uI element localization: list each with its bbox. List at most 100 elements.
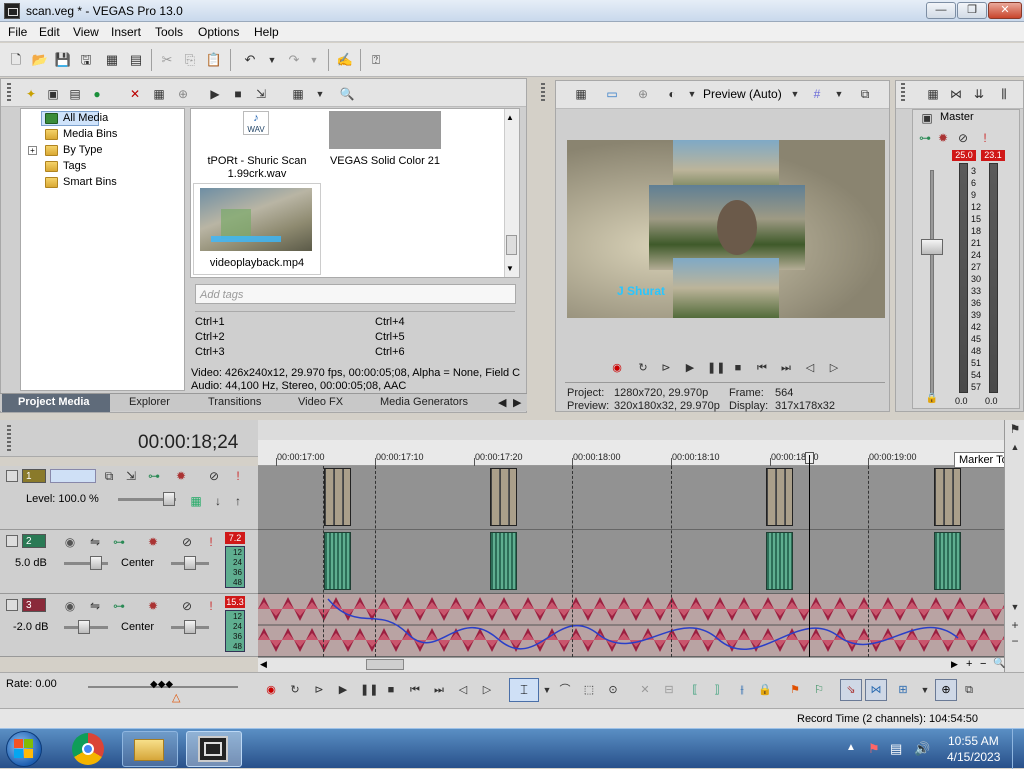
track-fx-icon[interactable]: ✹ bbox=[144, 597, 162, 615]
tree-item-all-media[interactable]: All Media bbox=[63, 112, 108, 124]
auto-preview-icon[interactable]: ⇲ bbox=[252, 85, 270, 103]
arm-record-icon[interactable]: ◉ bbox=[61, 597, 79, 615]
play-icon[interactable]: ▶ bbox=[683, 361, 697, 375]
scroll-down-icon[interactable]: ▼ bbox=[1006, 598, 1024, 616]
shortcut-ctrl4[interactable]: Ctrl+4 bbox=[375, 316, 405, 328]
delete-icon[interactable]: ✕ bbox=[638, 683, 652, 697]
track-automation-icon[interactable]: ⊶ bbox=[110, 533, 128, 551]
copy-snapshot-icon[interactable]: ⧉ bbox=[856, 85, 874, 103]
audio-clip[interactable] bbox=[324, 532, 351, 590]
tray-expand-icon[interactable]: ▲ bbox=[846, 742, 856, 753]
insert-marker-icon[interactable]: ⚑ bbox=[788, 683, 802, 697]
clock-date[interactable]: 4/15/2023 bbox=[947, 750, 1000, 764]
tab-video-fx[interactable]: Video FX bbox=[298, 396, 343, 408]
zoom-out-vertical-icon[interactable]: − bbox=[1006, 632, 1024, 650]
timeline-ruler[interactable]: 00:00:17:00 00:00:17:10 00:00:17:20 00:0… bbox=[258, 440, 1004, 466]
mute-icon[interactable]: ⊘ bbox=[178, 597, 196, 615]
pan-slider-handle[interactable] bbox=[184, 620, 196, 634]
overlays-icon[interactable]: # bbox=[808, 85, 826, 103]
ripple-dropdown-icon[interactable]: ▼ bbox=[918, 683, 932, 697]
stop-preview-icon[interactable]: ■ bbox=[229, 85, 247, 103]
audio-clip[interactable] bbox=[766, 532, 793, 590]
mixer-properties-icon[interactable]: ▦ bbox=[924, 85, 942, 103]
selection-tool-icon[interactable]: ⬚ bbox=[582, 683, 596, 697]
peak-indicator[interactable]: 15.3 bbox=[225, 596, 245, 608]
insert-region-icon[interactable]: ⚐ bbox=[812, 683, 826, 697]
scroll-thumb[interactable] bbox=[506, 235, 517, 255]
search-icon[interactable]: 🔍 bbox=[338, 85, 356, 103]
video-clip[interactable] bbox=[766, 468, 793, 526]
track-header-audio-2[interactable]: 2 ◉ ⇋ ⊶ ✹ ⊘ ! 7.2 5.0 dB Center 12 24 36 48 bbox=[0, 530, 258, 594]
clock-time[interactable]: 10:55 AM bbox=[948, 734, 999, 748]
mute-icon[interactable]: ⊘ bbox=[205, 467, 223, 485]
action-center-icon[interactable]: ⚑ bbox=[868, 741, 880, 757]
timeline-horizontal-scrollbar[interactable]: ◀ ▶ + − 🔍 bbox=[258, 657, 1005, 672]
audio-clip[interactable] bbox=[934, 532, 961, 590]
scroll-up-icon[interactable]: ▲ bbox=[506, 113, 514, 122]
go-to-start-icon[interactable]: ⏮ bbox=[755, 361, 769, 375]
solo-icon[interactable]: ! bbox=[202, 533, 220, 551]
stop-icon[interactable]: ■ bbox=[384, 683, 398, 697]
get-media-web-icon[interactable]: ● bbox=[88, 85, 106, 103]
mixer-fx-icon[interactable]: ⋈ bbox=[947, 85, 965, 103]
tree-item-media-bins[interactable]: Media Bins bbox=[63, 128, 117, 140]
zoom-tool-icon[interactable]: 🔍 bbox=[993, 658, 1005, 669]
envelope-tool-icon[interactable]: ⌒ bbox=[558, 683, 572, 697]
trim-icon[interactable]: ⊟ bbox=[662, 683, 676, 697]
normal-edit-tool-button[interactable]: ⌶ bbox=[509, 678, 539, 702]
hscroll-thumb[interactable] bbox=[366, 659, 404, 670]
mute-icon[interactable]: ⊘ bbox=[178, 533, 196, 551]
undo-icon[interactable]: ↶ bbox=[240, 50, 260, 70]
stop-icon[interactable]: ■ bbox=[731, 361, 745, 375]
copy-icon[interactable]: ⎘ bbox=[180, 50, 200, 70]
go-to-start-icon[interactable]: ⏮ bbox=[408, 683, 422, 697]
record-icon[interactable]: ◉ bbox=[264, 683, 278, 697]
master-fx-icon[interactable]: ✹ bbox=[934, 129, 952, 147]
open-icon[interactable]: 📂 bbox=[30, 50, 50, 70]
media-item-solid-color-name[interactable]: VEGAS Solid Color 21 bbox=[325, 155, 445, 167]
zoom-out-icon[interactable]: − bbox=[980, 658, 986, 670]
properties-icon[interactable]: ▤ bbox=[126, 50, 146, 70]
tab-transitions[interactable]: Transitions bbox=[208, 396, 261, 408]
menu-file[interactable]: File bbox=[8, 25, 27, 39]
panel-grip[interactable] bbox=[541, 83, 545, 103]
play-from-start-icon[interactable]: ⊳ bbox=[312, 683, 326, 697]
peak-left[interactable]: 25.0 bbox=[952, 150, 976, 161]
peak-right[interactable]: 23.1 bbox=[981, 150, 1005, 161]
previous-frame-icon[interactable]: ◁ bbox=[456, 683, 470, 697]
tree-item-smart-bins[interactable]: Smart Bins bbox=[63, 176, 117, 188]
level-slider-handle[interactable] bbox=[163, 492, 175, 506]
scroll-down-icon[interactable]: ▼ bbox=[506, 264, 514, 273]
peak-indicator[interactable]: 7.2 bbox=[225, 532, 245, 544]
previous-frame-icon[interactable]: ◁ bbox=[803, 361, 817, 375]
go-to-end-icon[interactable]: ⏭ bbox=[779, 361, 793, 375]
tab-scroll-left-icon[interactable]: ◀ bbox=[498, 396, 506, 409]
timeline-timecode[interactable]: 00:00:18;24 bbox=[138, 432, 238, 454]
solid-color-thumbnail[interactable] bbox=[329, 111, 441, 149]
volume-slider-handle[interactable] bbox=[78, 620, 90, 634]
track-collapse-icon[interactable] bbox=[6, 599, 18, 611]
maximize-button[interactable]: ❐ bbox=[957, 2, 987, 19]
save-icon[interactable]: 💾 bbox=[53, 50, 73, 70]
track-header-audio-3[interactable]: 3 ◉ ⇋ ⊶ ✹ ⊘ ! 15.3 -2.0 dB Center 12 24 36… bbox=[0, 594, 258, 657]
edit-tool-dropdown-icon[interactable]: ▼ bbox=[540, 683, 554, 697]
shortcut-ctrl2[interactable]: Ctrl+2 bbox=[195, 331, 225, 343]
lock-icon[interactable]: 🔒 bbox=[923, 390, 941, 408]
expand-icon[interactable]: + bbox=[28, 146, 37, 155]
shortcut-ctrl3[interactable]: Ctrl+3 bbox=[195, 346, 225, 358]
panel-grip[interactable] bbox=[7, 83, 11, 103]
mixer-levels-icon[interactable]: ⫼ bbox=[995, 85, 1013, 103]
preview-properties-icon[interactable]: ▦ bbox=[572, 85, 590, 103]
pause-icon[interactable]: ❚❚ bbox=[360, 683, 378, 697]
next-frame-icon[interactable]: ▷ bbox=[827, 361, 841, 375]
mixer-insert-icon[interactable]: ⇊ bbox=[970, 85, 988, 103]
track-lane-video-1[interactable] bbox=[258, 466, 1004, 530]
compositing-mode-icon[interactable]: ⧉ bbox=[100, 467, 118, 485]
track-automation-icon[interactable]: ⊶ bbox=[110, 597, 128, 615]
invert-phase-icon[interactable]: ⇋ bbox=[86, 597, 104, 615]
master-fader-handle[interactable] bbox=[921, 239, 943, 255]
track-lane-audio-3[interactable] bbox=[258, 594, 1004, 657]
record-icon[interactable]: ◉ bbox=[610, 361, 624, 375]
trim-end-icon[interactable]: ⟧ bbox=[710, 683, 724, 697]
new-icon[interactable]: 🗋 bbox=[6, 50, 26, 70]
